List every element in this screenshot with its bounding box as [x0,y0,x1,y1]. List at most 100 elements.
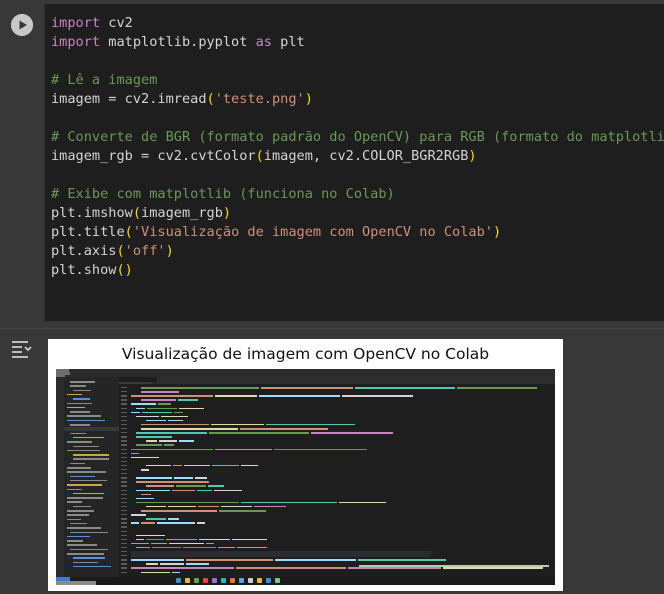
code-token: imagem, cv2.COLOR_BGR2RGB [263,148,469,164]
code-text [131,403,157,405]
line-number [121,489,127,491]
code-text [136,546,151,549]
line-number [121,505,127,508]
code-text [241,464,258,467]
code-line: imagem = cv2.imread('teste.png') [51,90,664,109]
code-text [239,428,329,430]
code-text [196,489,212,492]
sidebar-entry [67,419,106,422]
taskbar-app-icon [185,578,190,583]
code-text [213,489,243,492]
line-number [121,432,127,434]
code-line: import cv2 [51,14,664,33]
sidebar-entry [70,475,96,478]
code-token: ( [255,148,264,164]
sidebar-entry [67,471,106,473]
line-number [121,423,127,426]
sidebar-entry [67,501,82,503]
sidebar-entry [73,505,91,508]
code-text [347,567,441,569]
code-editor[interactable]: import cv2 import matplotlib.pyplot as pl… [44,4,664,321]
code-text [136,407,145,410]
code-token: ) [165,243,174,259]
line-number [121,538,127,541]
code-text [146,407,178,410]
sidebar-entry [73,458,110,460]
code-text [141,391,179,393]
code-text [141,469,150,471]
code-text [183,464,211,467]
line-number [121,436,127,438]
code-text [146,485,175,487]
line-number [121,395,127,397]
code-text [146,538,165,541]
taskbar-app-icon [248,578,253,583]
code-text [168,419,183,422]
code-text [185,559,274,561]
line-number [121,477,127,479]
code-text [171,489,195,492]
code-text [156,522,195,524]
sidebar-entry [70,531,109,534]
code-text [275,559,356,561]
code-text [342,395,414,397]
sidebar-entry [73,561,98,564]
code-text [186,563,209,565]
code-line: # Lê a imagem [51,71,664,90]
code-token: cv2 [100,15,133,31]
code-token: 'teste.png' [214,91,305,107]
code-text [136,534,165,537]
sidebar-entry [67,441,93,443]
code-token: imagem_rgb [141,205,223,221]
code-text [211,423,264,426]
code-token: () [116,262,133,278]
line-number [121,546,127,549]
line-number [121,530,127,532]
line-number [121,493,127,495]
line-number [121,419,127,422]
code-token: plt [271,34,305,50]
code-text [151,542,167,545]
code-text [131,542,150,545]
code-token: 'off' [124,243,166,259]
code-text [214,448,272,451]
code-text [338,501,386,504]
code-text [209,432,309,434]
code-text [442,567,543,569]
ide-tabs [119,377,555,392]
code-lines: import cv2 import matplotlib.pyplot as pl… [51,14,664,280]
code-text [131,448,213,451]
line-number [121,567,127,569]
sidebar-entry [70,385,86,387]
taskbar-app-icon [194,578,199,583]
code-text [131,456,160,459]
sidebar-entry [67,527,101,529]
code-text [208,485,224,487]
sidebar-entry [67,535,91,538]
ide-taskbar [56,577,555,585]
code-text [141,522,155,524]
code-text [236,546,268,549]
code-cell-input: import cv2 import matplotlib.pyplot as pl… [0,0,664,328]
code-cell-output: Visualização de imagem com OpenCV no Col… [0,328,664,594]
code-text [136,538,145,541]
code-text [141,411,172,414]
sidebar-entry [67,406,86,409]
code-text [196,522,206,524]
sidebar-entry [70,522,87,525]
sidebar-entry [67,449,101,452]
sidebar-entry [73,492,105,495]
code-text [357,559,447,561]
line-number [121,518,127,520]
run-cell-button[interactable] [11,14,33,36]
code-text [166,538,197,541]
code-text [136,489,170,492]
code-text [206,542,215,545]
code-text [172,571,181,574]
code-token: # Converte de BGR (formato padrão do Ope… [51,129,664,145]
output-toggle-icon[interactable] [10,339,34,359]
code-text [146,505,166,508]
code-text [146,419,167,422]
code-text [158,440,177,442]
code-token: ( [116,243,125,259]
